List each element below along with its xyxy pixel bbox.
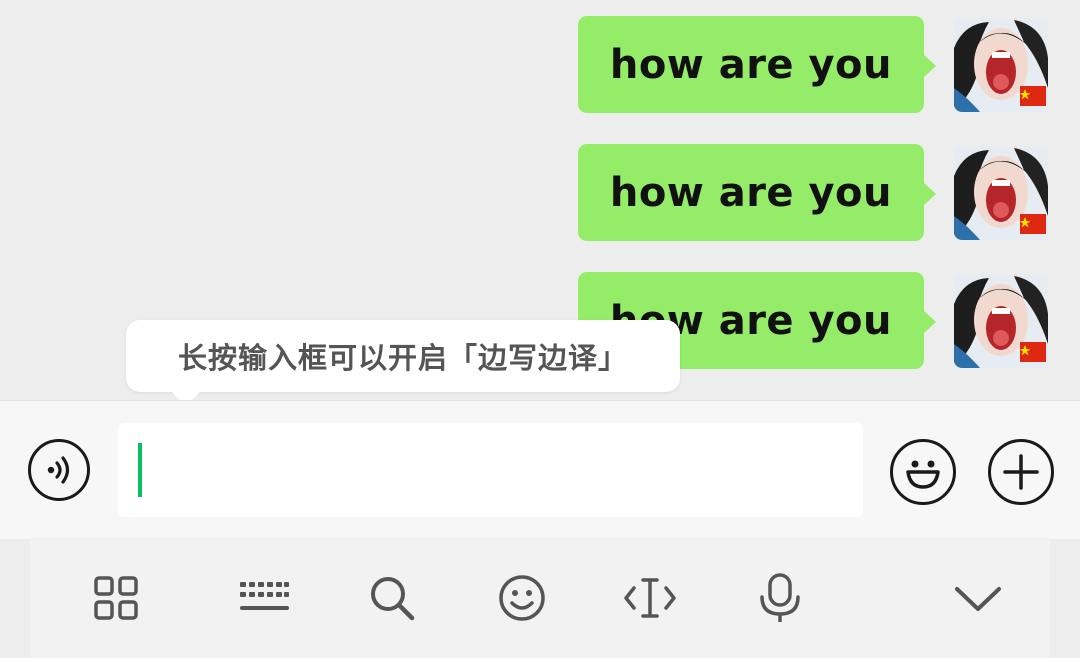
more-button[interactable]: [988, 439, 1054, 505]
avatar[interactable]: [954, 274, 1048, 368]
text-caret: [138, 443, 142, 497]
emoji-button[interactable]: [890, 439, 956, 505]
tooltip-text: 长按输入框可以开启「边写边译」: [177, 341, 628, 375]
grid-icon: [94, 576, 138, 620]
search-icon: [371, 577, 415, 621]
apps-button[interactable]: [78, 560, 154, 636]
input-bar: [0, 400, 1080, 539]
voice-icon: [47, 456, 70, 484]
collapse-keyboard-button[interactable]: [940, 560, 1016, 636]
text-cursor-icon: [624, 578, 676, 618]
message-bubble[interactable]: how are you: [577, 144, 937, 241]
chevron-down-icon: [955, 587, 1001, 611]
plus-icon: [1003, 454, 1039, 490]
keyboard-icon: [240, 582, 289, 610]
emoji-panel-button[interactable]: [484, 560, 560, 636]
cursor-move-button[interactable]: [612, 560, 688, 636]
avatar[interactable]: [954, 18, 1048, 112]
keyboard-switch-button[interactable]: [226, 560, 302, 636]
message-row: how are you: [0, 0, 1080, 113]
message-row: how are you: [0, 128, 1080, 241]
message-text: how are you: [609, 169, 892, 216]
message-input[interactable]: [118, 423, 863, 517]
search-button[interactable]: [354, 560, 430, 636]
message-bubble[interactable]: how are you: [577, 16, 937, 113]
translate-tooltip: 长按输入框可以开启「边写边译」: [126, 320, 680, 406]
avatar[interactable]: [954, 146, 1048, 240]
smiley-icon: [499, 575, 545, 621]
voice-input-button[interactable]: [742, 560, 818, 636]
emoji-icon: [906, 460, 940, 489]
voice-button[interactable]: [28, 439, 90, 501]
keyboard-toolbar: [30, 538, 1050, 658]
message-text: how are you: [609, 41, 892, 88]
chat-area: how are you how are you how are you 长按输入…: [0, 0, 1080, 406]
microphone-icon: [760, 573, 800, 622]
